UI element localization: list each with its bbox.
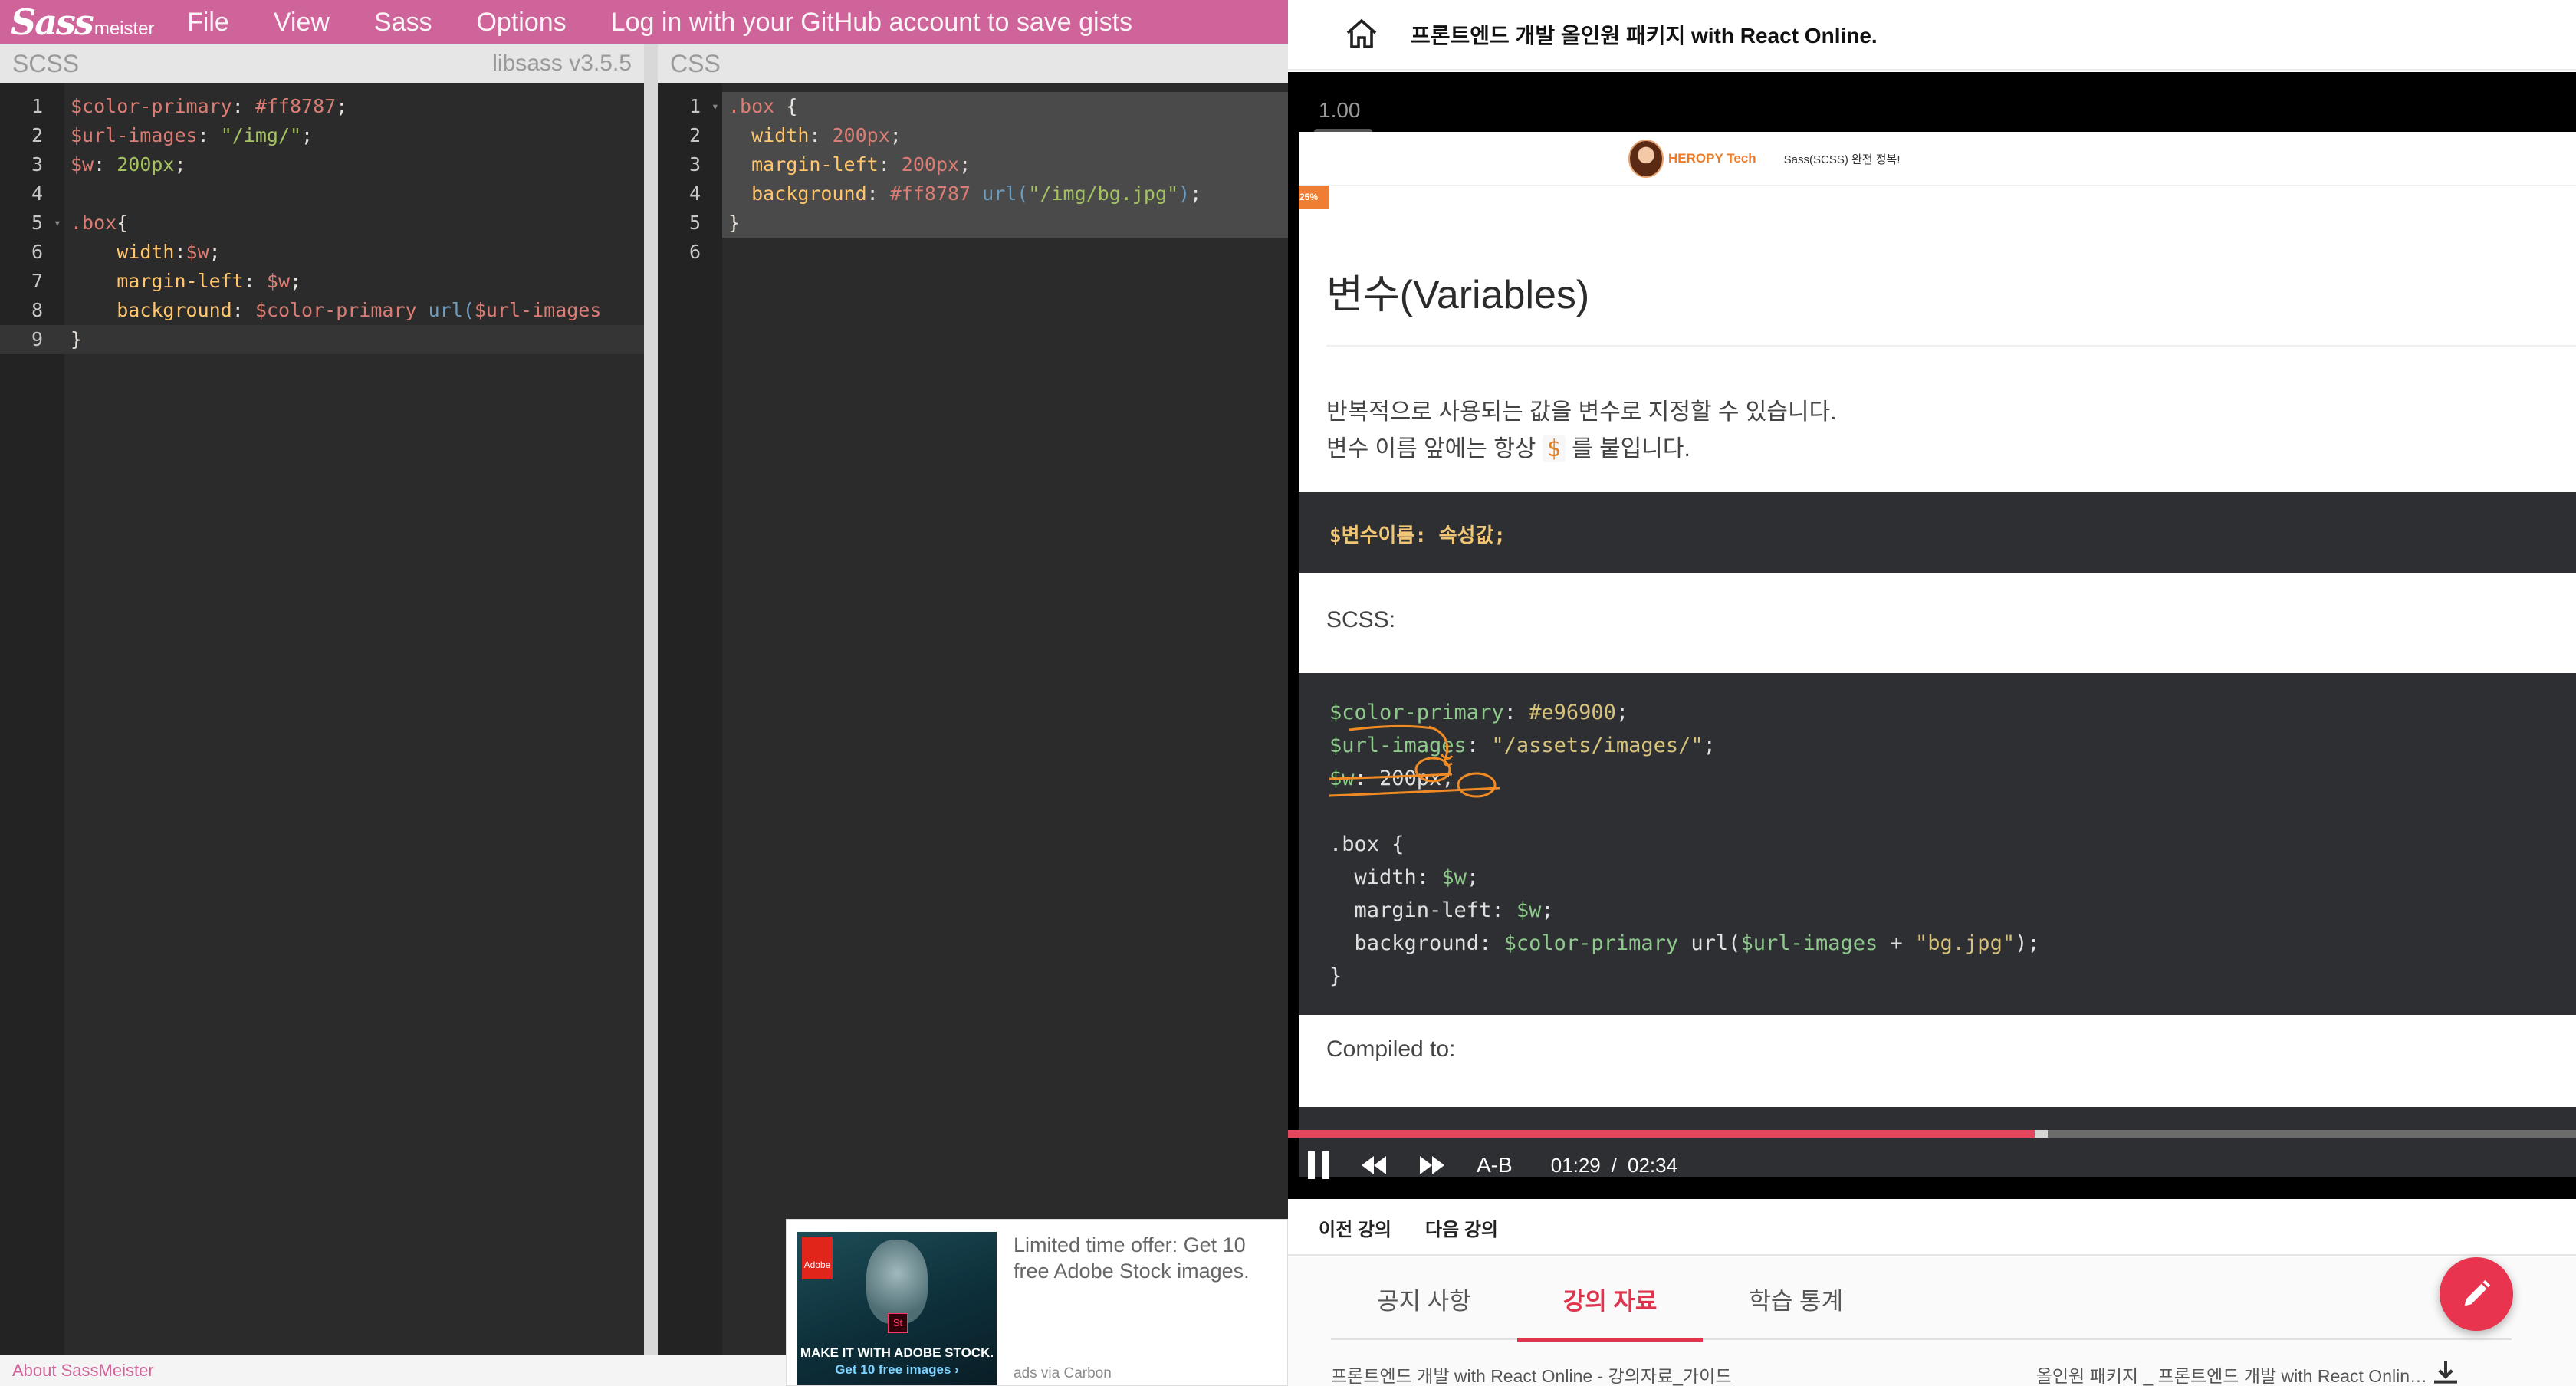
slide-header-title: Sass(SCSS) 완전 정복!	[1783, 153, 1901, 166]
syntax-code: $변수이름: 속성값;	[1329, 524, 1506, 547]
material-guide-link[interactable]: 프론트엔드 개발 with React Online - 강의자료_가이드	[1331, 1361, 1732, 1386]
lecture-nav: 이전 강의 다음 강의	[1288, 1200, 2576, 1256]
code-line: 2 width: 200px;	[688, 124, 902, 146]
sassmeister-footer: About SassMeister	[0, 1355, 786, 1386]
ad-text[interactable]: Limited time offer: Get 10 free Adobe St…	[1014, 1232, 1267, 1284]
menu-github-login[interactable]: Log in with your GitHub account to save …	[611, 8, 1132, 38]
compiler-version[interactable]: libsass v3.5.5	[492, 51, 632, 77]
code-line-active: 9}	[0, 325, 644, 354]
next-lecture-button[interactable]: 다음 강의	[1425, 1214, 1498, 1241]
slide-paragraph: 변수 이름 앞에는 항상 $ 를 붙입니다.	[1326, 435, 1691, 462]
ab-repeat-button[interactable]: A-B	[1477, 1153, 1513, 1177]
css-gutter	[658, 83, 722, 1355]
code-line: 4	[31, 182, 43, 205]
code-line: 3 $w: 200px;	[31, 153, 186, 176]
scss-example-code: $color-primary: #e96900; $url-images: "/…	[1329, 701, 2040, 988]
scss-editor[interactable]: 1 $color-primary: #ff8787; 2 $url-images: …	[0, 83, 644, 1355]
sassmeister-app: Sass meister File View Sass Options Log …	[0, 0, 1288, 1386]
heropy-avatar	[1628, 140, 1664, 178]
css-output[interactable]: 1 ▾ .box { 2 width: 200px; 3 margin-left: …	[658, 83, 1288, 1355]
scss-pane-label: SCSS	[12, 49, 80, 77]
lecture-tabs: 공지 사항 강의 자료 학습 통계	[1331, 1257, 2512, 1342]
ad-image[interactable]: Adobe St MAKE IT WITH ADOBE STOCK. Get 1…	[797, 1232, 997, 1385]
scss-pane-header: SCSS libsass v3.5.5	[0, 44, 644, 83]
menu-view[interactable]: View	[274, 8, 330, 38]
sassmeister-menu: File View Sass Options Log in with your …	[164, 8, 1177, 38]
slide-progress-badge: 25%	[1299, 186, 1329, 209]
code-line: 5 ▾ .box{	[0, 209, 644, 238]
css-pane-header: CSS	[658, 44, 1288, 83]
lecture-slide: HEROPY Tech Sass(SCSS) 완전 정복! 25% 변수(Var…	[1299, 132, 2576, 1177]
code-line: 1 $color-primary: #ff8787;	[31, 95, 348, 117]
video-controls: A-B 01:29 / 02:34	[1288, 1142, 2576, 1188]
code-line: 1 ▾ .box {	[658, 92, 1288, 121]
tab-materials[interactable]: 강의 자료	[1516, 1257, 1704, 1342]
code-line: 6 width:$w;	[31, 241, 221, 263]
compiled-label: Compiled to:	[1326, 1036, 1456, 1062]
inline-code: $	[1542, 435, 1566, 462]
scss-example-codebox: $color-primary: #e96900; $url-images: "/…	[1299, 673, 2576, 1015]
material-package-link[interactable]: 올인원 패키지 _ 프론트엔드 개발 with React Onlin…	[2036, 1361, 2427, 1386]
pause-icon[interactable]	[1308, 1151, 1329, 1179]
ad-caption-cta: Get 10 free images ›	[835, 1362, 959, 1377]
lecture-header: 프론트엔드 개발 올인원 패키지 with React Online.	[1288, 0, 2576, 71]
pane-splitter[interactable]	[644, 44, 658, 1355]
adobe-stock-badge: St	[888, 1313, 908, 1333]
download-icon[interactable]	[2430, 1360, 2461, 1386]
prev-lecture-button[interactable]: 이전 강의	[1319, 1214, 1392, 1241]
carbon-ad[interactable]: Adobe St MAKE IT WITH ADOBE STOCK. Get 1…	[786, 1219, 1288, 1386]
code-line: 7 margin-left: $w;	[31, 270, 302, 292]
screen: Sass meister File View Sass Options Log …	[0, 0, 2576, 1386]
about-link[interactable]: About SassMeister	[12, 1361, 154, 1381]
duration: 02:34	[1628, 1153, 1678, 1177]
video-player[interactable]: 1.00 HEROPY Tech Sass(SCSS) 완전 정복! 25% 변…	[1288, 72, 2576, 1199]
course-title: 프론트엔드 개발 올인원 패키지 with React Online.	[1411, 24, 1878, 48]
fold-arrow-icon: ▾	[54, 215, 61, 230]
playback-rate[interactable]: 1.00	[1319, 98, 1361, 123]
menu-file[interactable]: File	[187, 8, 229, 38]
code-line: 5}	[688, 212, 741, 234]
menu-sass[interactable]: Sass	[374, 8, 432, 38]
slide-header: HEROPY Tech Sass(SCSS) 완전 정복!	[1299, 132, 2576, 186]
played-segment	[1288, 1130, 2036, 1138]
buffered-segment	[2035, 1130, 2049, 1138]
menu-options[interactable]: Options	[476, 8, 566, 38]
current-time: 01:29	[1550, 1153, 1601, 1177]
rewind-icon[interactable]	[1360, 1154, 1388, 1176]
sassmeister-topbar: Sass meister File View Sass Options Log …	[0, 0, 1288, 44]
ad-via-link[interactable]: ads via Carbon	[1014, 1365, 1112, 1382]
fast-forward-icon[interactable]	[1418, 1154, 1446, 1176]
code-line: 4 background: #ff8787 url("/img/bg.jpg")…	[688, 182, 1202, 205]
heropy-brand: HEROPY Tech	[1668, 151, 1756, 166]
lecture-tabs-area: 공지 사항 강의 자료 학습 통계 프론트엔드 개발 with React On…	[1288, 1257, 2576, 1386]
video-progress-bar[interactable]	[1288, 1130, 2576, 1138]
material-row: 프론트엔드 개발 with React Online - 강의자료_가이드 올인…	[1331, 1361, 2512, 1386]
slide-paragraph: 반복적으로 사용되는 값을 변수로 지정할 수 있습니다.	[1326, 399, 1837, 425]
css-pane-label: CSS	[670, 49, 721, 77]
ad-portrait	[866, 1240, 928, 1324]
adobe-logo: Adobe	[802, 1237, 833, 1279]
logo-meister: meister	[94, 18, 155, 39]
ad-caption: MAKE IT WITH ADOBE STOCK.	[800, 1345, 994, 1360]
code-line: 6	[688, 241, 701, 263]
fold-arrow-icon: ▾	[711, 99, 719, 113]
logo-sass: Sass	[11, 2, 94, 43]
tab-stats[interactable]: 학습 통계	[1703, 1257, 1889, 1340]
slide-heading: 변수(Variables)	[1326, 273, 1590, 317]
code-line: 2 $url-images: "/img/";	[31, 124, 314, 146]
sassmeister-logo[interactable]: Sass meister	[11, 2, 164, 43]
home-icon[interactable]	[1343, 16, 1380, 53]
write-note-button[interactable]	[2440, 1257, 2513, 1331]
lecture-player-app: 프론트엔드 개발 올인원 패키지 with React Online. 1.00…	[1288, 0, 2576, 1386]
divider	[1326, 345, 2576, 346]
syntax-codebox: $변수이름: 속성값;	[1299, 492, 2576, 573]
pencil-icon	[2464, 1279, 2491, 1306]
code-line: 3 margin-left: 200px;	[688, 153, 971, 176]
scss-label: SCSS:	[1326, 607, 1396, 632]
tab-notice[interactable]: 공지 사항	[1331, 1257, 1517, 1340]
heropy-logo: HEROPY Tech Sass(SCSS) 완전 정복!	[1628, 140, 1901, 178]
code-line: 8 background: $color-primary url($url-im…	[31, 299, 602, 321]
time-separator: /	[1611, 1153, 1617, 1177]
